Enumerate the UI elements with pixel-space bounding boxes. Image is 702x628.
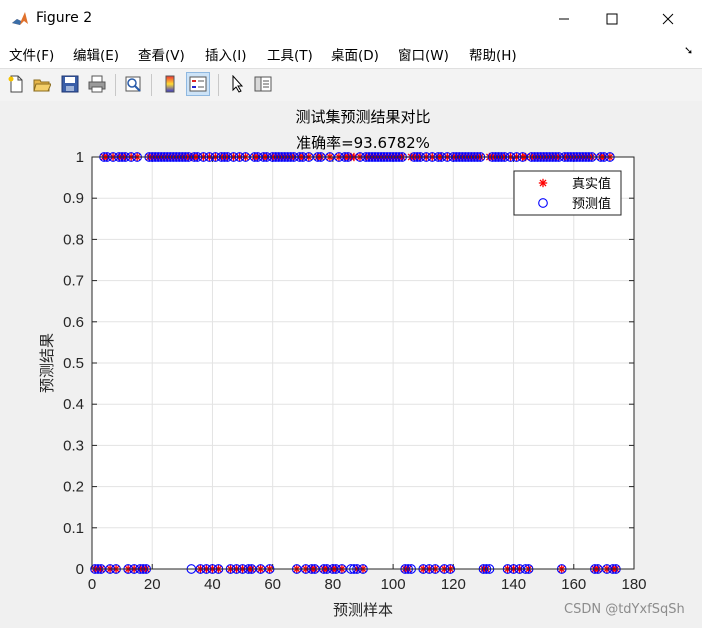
y-tick-label: 1 <box>76 149 84 166</box>
y-tick-label: 0.3 <box>63 437 84 454</box>
x-tick-label: 80 <box>325 576 342 593</box>
y-tick-label: 0.9 <box>63 190 84 207</box>
legend-label-actual: 真实值 <box>572 176 611 192</box>
y-tick-label: 0.4 <box>63 396 84 413</box>
chart-subtitle: 准确率=93.6782% <box>296 134 430 152</box>
x-tick-label: 20 <box>144 576 161 593</box>
x-tick-label: 60 <box>264 576 281 593</box>
x-axis-label: 预测样本 <box>333 601 393 619</box>
x-tick-label: 180 <box>621 576 646 593</box>
legend-label-predicted: 预测值 <box>572 196 611 212</box>
x-tick-label: 160 <box>561 576 586 593</box>
x-tick-label: 120 <box>441 576 466 593</box>
y-tick-label: 0.8 <box>63 231 84 248</box>
y-tick-label: 0.7 <box>63 273 84 290</box>
x-tick-label: 140 <box>501 576 526 593</box>
legend[interactable]: 真实值 预测值 <box>513 170 622 216</box>
y-tick-label: 0.1 <box>63 520 84 537</box>
y-tick-label: 0.6 <box>63 314 84 331</box>
legend-star-icon <box>538 178 548 188</box>
chart: 0 20 40 60 80 100 120 140 160 180 0 0.1 0.2 0.3 0.4 0.5… <box>38 108 647 619</box>
x-tick-label: 0 <box>88 576 96 593</box>
watermark: CSDN @tdYxfSqSh <box>564 602 685 617</box>
y-tick-label: 0.5 <box>63 355 84 372</box>
x-tick-label: 100 <box>381 576 406 593</box>
chart-title: 测试集预测结果对比 <box>295 108 430 126</box>
y-tick-label: 0.2 <box>63 479 84 496</box>
y-axis-label: 预测结果 <box>38 333 56 393</box>
legend-marker-actual <box>538 178 548 188</box>
x-tick-label: 40 <box>204 576 221 593</box>
y-tick-label: 0 <box>76 561 84 578</box>
